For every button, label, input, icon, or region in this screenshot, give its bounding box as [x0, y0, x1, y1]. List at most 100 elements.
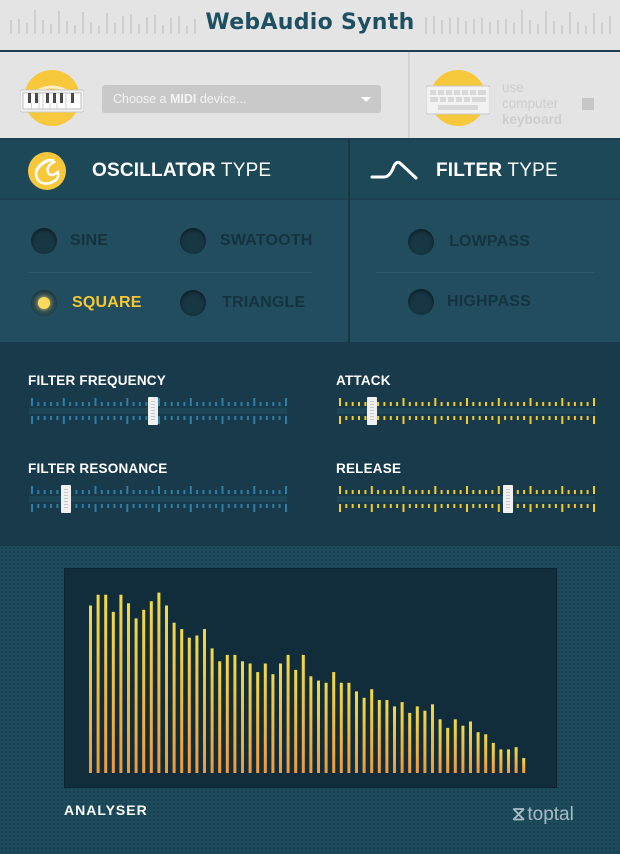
slider-thumb[interactable]	[366, 397, 377, 425]
slider-tick	[491, 504, 494, 508]
slider-tick	[466, 504, 468, 512]
slider-tick	[402, 398, 405, 406]
slider-tick	[126, 398, 129, 406]
slider-tick	[221, 398, 224, 406]
app-header: WebAudio Synth	[0, 0, 620, 50]
slider-tick	[107, 416, 110, 420]
analyser-bar	[203, 629, 206, 773]
slider-tick	[561, 504, 564, 512]
filter-frequency-slider[interactable]	[29, 394, 287, 428]
slider-tick	[358, 402, 360, 406]
analyser-bar	[127, 603, 130, 773]
header-deco-bar	[529, 20, 531, 34]
analyser-bar	[157, 592, 161, 773]
slider-tick	[535, 490, 538, 494]
slider-tick	[37, 416, 40, 420]
slider-tick	[427, 402, 430, 406]
slider-tick	[446, 504, 449, 508]
slider-tick	[56, 504, 59, 508]
slider-tick	[497, 504, 500, 512]
slider-tick	[586, 504, 589, 508]
analyser-bar	[385, 700, 389, 773]
slider-thumb[interactable]	[503, 485, 514, 513]
analyser-bar	[362, 697, 366, 773]
computer-keyboard-label: use computer keyboard	[502, 80, 562, 128]
radio-sine[interactable]	[31, 228, 57, 254]
slider-tick	[396, 490, 399, 494]
slider-tick	[351, 504, 354, 508]
slider-tick	[548, 402, 551, 406]
slider-tick	[202, 504, 205, 508]
slider-tick	[215, 402, 218, 406]
slider-tick	[278, 416, 281, 420]
slider-thumb[interactable]	[61, 485, 72, 513]
slider-tick	[81, 504, 84, 508]
radio-highpass[interactable]	[408, 289, 434, 315]
oscillator-title-bold: OSCILLATOR	[92, 160, 216, 181]
slider-tick	[427, 416, 430, 420]
slider-tick	[253, 504, 256, 512]
analyser-bar	[431, 704, 434, 773]
slider-groove	[29, 408, 287, 414]
slider-tick	[573, 490, 576, 494]
slider-tick	[421, 490, 424, 494]
slider-tick	[113, 504, 116, 508]
attack-slider[interactable]	[337, 394, 595, 428]
slider-tick	[459, 416, 462, 420]
radio-square[interactable]	[31, 290, 57, 316]
slider-tick	[100, 416, 103, 420]
analyser-bar	[339, 682, 343, 773]
slider-tick	[278, 504, 281, 508]
release-slider[interactable]	[337, 482, 595, 516]
slider-tick	[50, 490, 52, 494]
slider-tick	[259, 504, 262, 508]
slider-tick	[523, 402, 526, 406]
slider-tick	[459, 402, 462, 406]
slider-tick	[504, 402, 507, 406]
header-deco-bar	[497, 20, 499, 34]
header-deco-bar	[521, 10, 523, 34]
slider-tick	[259, 490, 262, 494]
filter-frequency-label: FILTER FREQUENCY	[28, 373, 166, 388]
slider-thumb[interactable]	[148, 397, 158, 425]
slider-tick	[151, 490, 154, 494]
computer-keyboard-checkbox[interactable]	[582, 98, 594, 110]
slider-tick	[345, 490, 348, 494]
midi-select-bold: MIDI	[169, 92, 197, 106]
analyser-bar	[301, 654, 305, 773]
slider-tick	[183, 402, 186, 406]
analyser-bar	[438, 719, 442, 773]
slider-tick	[43, 416, 46, 420]
slider-tick	[567, 490, 570, 494]
slider-tick	[408, 402, 411, 406]
slider-tick	[491, 402, 494, 406]
slider-tick	[145, 504, 148, 508]
header-deco-bar	[425, 17, 427, 34]
slider-tick	[466, 416, 468, 424]
slider-tick	[246, 504, 249, 508]
header-deco-bar	[513, 23, 515, 34]
analyser-bar	[393, 706, 396, 773]
slider-tick	[208, 416, 211, 420]
slider-tick	[351, 490, 354, 494]
slider-tick	[345, 402, 348, 406]
slider-tick	[586, 402, 589, 406]
radio-sawtooth[interactable]	[180, 228, 206, 254]
slider-tick	[208, 504, 211, 508]
slider-tick	[37, 490, 40, 494]
analyser-bar	[423, 710, 427, 773]
filter-resonance-slider[interactable]	[29, 482, 287, 516]
slider-tick	[240, 402, 243, 406]
slider-tick	[215, 504, 218, 508]
analyser-bar	[507, 749, 510, 773]
radio-triangle[interactable]	[180, 290, 206, 316]
midi-device-select[interactable]: Choose a MIDI device...	[102, 85, 381, 113]
slider-tick	[88, 490, 91, 494]
radio-divider	[376, 272, 594, 273]
radio-lowpass[interactable]	[408, 229, 434, 255]
slider-tick	[62, 398, 65, 406]
slider-tick	[402, 504, 405, 512]
slider-tick	[253, 486, 256, 494]
slider-tick	[408, 416, 411, 420]
slider-tick	[339, 486, 341, 494]
